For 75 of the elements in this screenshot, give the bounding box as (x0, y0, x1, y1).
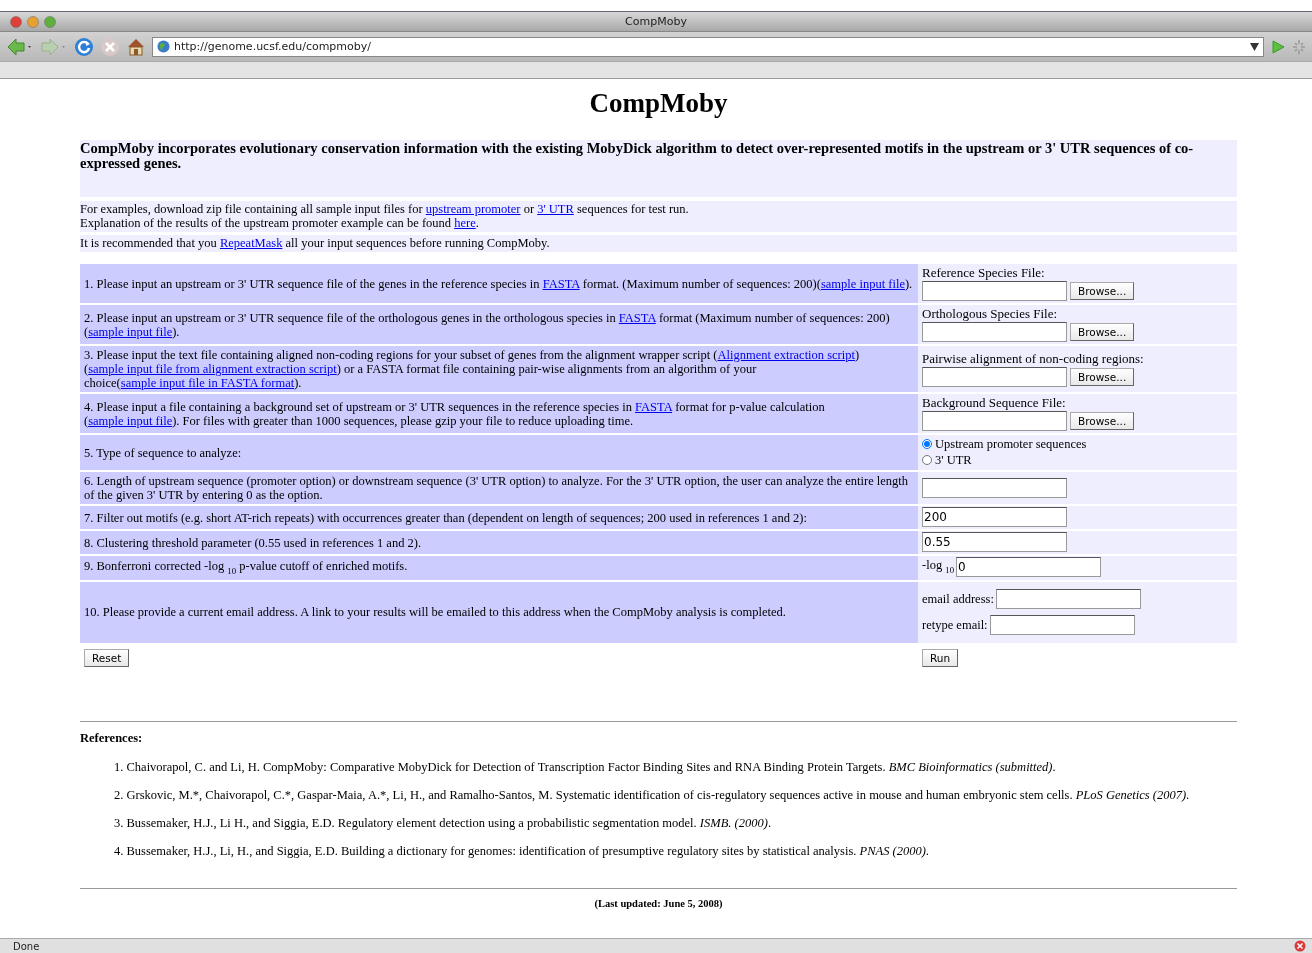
page-heading: CompMoby (588, 87, 729, 120)
reference-text: 2. Grskovic, M.*, Chaivorapol, C.*, Gaspar-Maia, A.*, Li, H., and Ramalho-Santos, M. Systematic identification of cis-regulatory sequences active in mouse and human embryonic stem cells. PLoS Genetics (2007). (114, 788, 1191, 802)
globe-icon (157, 40, 170, 53)
field-label: retype email: (922, 616, 988, 633)
browse-button[interactable]: Browse... (1070, 282, 1135, 300)
question-text: 1. Please input an upstream or 3' UTR sequence file of the genes in the reference species in FASTA format. (Maximum number of sequences: 200)(sample input file). (84, 276, 913, 291)
radio-button[interactable] (922, 439, 932, 449)
question-text: 10. Please provide a current email address. A link to your results will be emailed to this address when the CompMoby analysis is completed. (84, 605, 786, 619)
home-icon[interactable] (126, 36, 146, 57)
close-icon[interactable] (10, 15, 22, 28)
link[interactable]: FASTA (618, 310, 656, 325)
file-field[interactable] (922, 322, 1067, 342)
link[interactable]: sample input file (88, 324, 173, 339)
reference-text: 3. Bussemaker, H.J., Li H., and Siggia, E.D. Regulatory element detection using a probabilistic segmentation model. ISMB. (2000). (114, 816, 772, 830)
question-text: 6. Length of upstream sequence (promoter option) or downstream sequence (3' UTR option) to analyze. For the 3' UTR option, the user can analyze the entire length of the given 3' UTR by entering 0 as the option. (84, 474, 909, 502)
radio-button[interactable] (922, 455, 932, 465)
question-text: 7. Filter out motifs (e.g. short AT-rich repeats) with occurrences greater than (dependent on length of sequences; 200 used in references 1 and 2): (84, 510, 807, 525)
run-button[interactable]: Run (922, 648, 959, 667)
link[interactable]: sample input file in FASTA format (120, 376, 295, 390)
status-text: Done (13, 940, 40, 952)
summary-text: CompMoby incorporates evolutionary conservation information with the existing MobyDick algorithm to detect over-represented motifs in the upstream or 3' UTR sequences of co-expressed genes. (80, 141, 1195, 171)
field-label: -log $_{10}$ (922, 557, 954, 577)
text-field[interactable] (989, 614, 1135, 635)
info-text: It is recommended that you RepeatMask all your input sequences before running CompMoby. (80, 236, 551, 250)
field-label: Orthologous Species File: (922, 306, 1059, 322)
link[interactable]: RepeatMask (219, 236, 283, 250)
question-text: 8. Clustering threshold parameter (0.55 used in references 1 and 2). (84, 535, 422, 550)
field-label: Background Sequence File: (922, 395, 1067, 411)
browse-button[interactable]: Browse... (1070, 367, 1135, 386)
go-icon[interactable] (1270, 38, 1286, 55)
text-field[interactable]: 200 (922, 507, 1067, 527)
question-text: 9. Bonferroni corrected -log $_{10}$ p-value cutoff of enriched motifs. (84, 558, 408, 573)
file-field[interactable] (922, 366, 1067, 387)
zoom-icon[interactable] (44, 15, 56, 28)
link[interactable]: sample input file from alignment extraction script (88, 362, 337, 376)
text-field[interactable]: 0.55 (922, 532, 1067, 552)
link[interactable]: sample input file (820, 276, 905, 291)
spinner-icon (1292, 38, 1306, 55)
file-field[interactable] (922, 411, 1067, 431)
field-label: Reference Species File: (922, 265, 1046, 281)
text-field[interactable] (995, 588, 1141, 609)
link[interactable]: FASTA (635, 399, 672, 414)
reload-icon[interactable] (74, 36, 94, 57)
address-field[interactable]: http://genome.ucsf.edu/compmoby/ (152, 36, 1264, 57)
back-icon[interactable] (6, 36, 34, 57)
option-label: Upstream promoter sequences (935, 436, 1087, 452)
reference-text: 1. Chaivorapol, C. and Li, H. CompMoby: Comparative MobyDick for Detection of Transcription Factor Binding Sites and RNA Binding Protein Targets. BMC Bioinformatics (submitted). (114, 760, 1057, 774)
error-icon[interactable] (1294, 940, 1306, 952)
reset-button[interactable]: Reset (84, 648, 130, 667)
link[interactable]: sample input file (88, 413, 173, 428)
info-text: Explanation of the results of the upstream promoter example can be found here. (80, 216, 480, 230)
browse-button[interactable]: Browse... (1070, 412, 1135, 430)
text-field[interactable] (922, 477, 1067, 498)
reference-text: 4. Bussemaker, H.J., Li, H., and Siggia, E.D. Building a dictionary for genomes: identification of presumptive regulatory sites by statistical analysis. PNAS (2000). (114, 844, 930, 858)
link[interactable]: here (454, 216, 476, 230)
link[interactable]: FASTA (542, 276, 580, 291)
question-text: 5. Type of sequence to analyze: (84, 445, 242, 460)
field-label: Pairwise alignment of non-coding regions: (922, 350, 1145, 367)
file-field[interactable] (922, 281, 1067, 301)
stop-icon (100, 36, 120, 57)
browse-button[interactable]: Browse... (1070, 323, 1135, 341)
link[interactable]: Alignment extraction script (717, 348, 855, 362)
info-text: For examples, download zip file containing all sample input files for upstream promoter or 3' UTR sequences for test run. (80, 202, 690, 216)
option-label: 3' UTR (935, 452, 972, 468)
link[interactable]: 3' UTR (537, 202, 574, 216)
dropdown-icon[interactable] (1250, 42, 1259, 51)
field-label: email address: (922, 590, 994, 607)
references-heading: References: (80, 730, 144, 746)
question-text: 4. Please input a file containing a background set of upstream or 3' UTR sequences in the reference species in FASTA format for p-value calculation (sample input file). For files with greater than 1000 sequences, please gzip your file to reduce uploading time. (84, 399, 825, 428)
question-text: 2. Please input an upstream or 3' UTR sequence file of the orthologous genes in the orthologous species in FASTA format (Maximum number of sequences: 200)(sample input file). (84, 310, 890, 339)
question-text: 3. Please input the text file containing aligned non-coding regions for your subset of genes from the alignment wrapper script (Alignment extraction script) (sample input file from alignment extraction script) or a FASTA format file containing pair-wise alignments from an algorithm of your choice(sample input file in FASTA format). (84, 348, 860, 390)
link[interactable]: upstream promoter (425, 202, 521, 216)
text-field[interactable]: 0 (956, 557, 1101, 578)
footer-text: (Last updated: June 5, 2008) (594, 897, 723, 909)
window-title: CompMoby (625, 15, 687, 28)
